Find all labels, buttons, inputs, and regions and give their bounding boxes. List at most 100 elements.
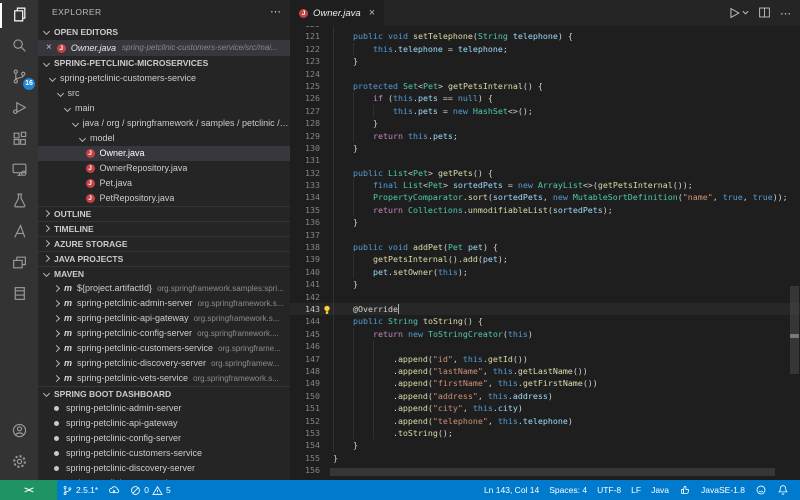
activity-bar-item-notebook[interactable] xyxy=(0,279,38,310)
open-editor-item[interactable]: × J Owner.java spring-petclinic-customer… xyxy=(38,40,290,56)
code-line[interactable]: 142 xyxy=(290,291,800,303)
maven-project-item[interactable]: mspring-petclinic-vets-serviceorg.spring… xyxy=(38,371,290,386)
activity-bar-item-explorer[interactable] xyxy=(0,0,38,31)
code-line[interactable]: 153 .toString(); xyxy=(290,427,800,439)
activity-bar-item-accounts[interactable] xyxy=(0,416,38,447)
code-line[interactable]: 139 getPetsInternal().add(pet); xyxy=(290,253,800,265)
remote-indicator[interactable]: >< xyxy=(0,480,57,500)
line-number[interactable]: 122 xyxy=(290,43,320,55)
section-azure-storage[interactable]: AZURE STORAGE xyxy=(38,236,290,251)
code-line[interactable]: 131 xyxy=(290,154,800,166)
code-line[interactable]: 144 public String toString() { xyxy=(290,315,800,327)
tree-item-file[interactable]: JOwnerRepository.java xyxy=(38,161,290,176)
section-workspace[interactable]: SPRING-PETCLINIC-MICROSERVICES xyxy=(38,56,290,71)
code-line[interactable]: 143 @Override xyxy=(290,303,800,315)
maven-project-item[interactable]: mspring-petclinic-discovery-serverorg.sp… xyxy=(38,356,290,371)
code-line[interactable]: 124 xyxy=(290,68,800,80)
activity-bar-item-extensions[interactable] xyxy=(0,124,38,155)
code-line[interactable]: 132 public List<Pet> getPets() { xyxy=(290,167,800,179)
language-mode-status[interactable]: Java xyxy=(646,485,674,495)
code-line[interactable]: 123 } xyxy=(290,55,800,67)
line-number[interactable]: 131 xyxy=(290,154,320,166)
line-number[interactable]: 132 xyxy=(290,167,320,179)
line-number[interactable]: 151 xyxy=(290,402,320,414)
code-line[interactable]: 126 if (this.pets == null) { xyxy=(290,92,800,104)
code-line[interactable]: 128 } xyxy=(290,117,800,129)
code-line[interactable]: 137 xyxy=(290,229,800,241)
spring-boot-app-item[interactable]: spring-petclinic-config-server xyxy=(38,431,290,446)
line-number[interactable]: 134 xyxy=(290,191,320,203)
code-line[interactable]: 125 protected Set<Pet> getPetsInternal()… xyxy=(290,80,800,92)
code-line[interactable]: 149 .append("firstName", this.getFirstNa… xyxy=(290,377,800,389)
line-number[interactable]: 130 xyxy=(290,142,320,154)
line-number[interactable]: 145 xyxy=(290,328,320,340)
line-number[interactable]: 141 xyxy=(290,278,320,290)
line-number[interactable]: 144 xyxy=(290,315,320,327)
tab-owner-java[interactable]: J Owner.java × xyxy=(290,0,384,26)
tree-item-folder[interactable]: java / org / springframework / samples /… xyxy=(38,116,290,131)
line-number[interactable]: 154 xyxy=(290,439,320,451)
line-number[interactable]: 137 xyxy=(290,229,320,241)
section-spring-boot-dashboard[interactable]: SPRING BOOT DASHBOARD xyxy=(38,386,290,401)
line-number[interactable]: 129 xyxy=(290,130,320,142)
activity-bar-item-search[interactable] xyxy=(0,31,38,62)
code-line[interactable]: 136 } xyxy=(290,216,800,228)
code-line[interactable]: 154 } xyxy=(290,439,800,451)
line-number[interactable]: 140 xyxy=(290,266,320,278)
code-line[interactable]: 146 xyxy=(290,340,800,352)
spring-boot-app-item[interactable]: spring-petclinic-api-gateway xyxy=(38,416,290,431)
maven-project-item[interactable]: mspring-petclinic-config-serverorg.sprin… xyxy=(38,326,290,341)
section-timeline[interactable]: TIMELINE xyxy=(38,221,290,236)
maven-project-item[interactable]: m${project.artifactId}org.springframewor… xyxy=(38,281,290,296)
vertical-scrollbar[interactable] xyxy=(790,286,799,374)
line-number[interactable]: 152 xyxy=(290,415,320,427)
line-number[interactable]: 148 xyxy=(290,365,320,377)
line-number[interactable]: 147 xyxy=(290,353,320,365)
lightbulb-icon[interactable] xyxy=(323,305,331,314)
code-line[interactable]: 152 .append("telephone", this.telephone) xyxy=(290,415,800,427)
sync-status[interactable] xyxy=(103,484,125,496)
close-icon[interactable]: × xyxy=(46,40,52,56)
horizontal-scrollbar[interactable] xyxy=(330,468,775,476)
code-line[interactable]: 121 public void setTelephone(String tele… xyxy=(290,30,800,42)
git-branch-status[interactable]: 2.5.1* xyxy=(57,485,103,496)
spring-boot-app-item[interactable]: spring-petclinic-admin-server xyxy=(38,401,290,416)
section-maven[interactable]: MAVEN xyxy=(38,266,290,281)
tree-item-file[interactable]: JPetRepository.java xyxy=(38,191,290,206)
line-number[interactable]: 138 xyxy=(290,241,320,253)
section-java-projects[interactable]: JAVA PROJECTS xyxy=(38,251,290,266)
more-actions-icon[interactable]: ⋯ xyxy=(270,0,282,24)
line-number[interactable]: 128 xyxy=(290,117,320,129)
tree-item-file[interactable]: JOwner.java xyxy=(38,146,290,161)
activity-bar-item-settings[interactable] xyxy=(0,447,38,478)
code-line[interactable]: 127 this.pets = new HashSet<>(); xyxy=(290,105,800,117)
code-line[interactable]: 129 return this.pets; xyxy=(290,130,800,142)
maven-project-item[interactable]: mspring-petclinic-customers-serviceorg.s… xyxy=(38,341,290,356)
more-actions-button[interactable]: ⋯ xyxy=(780,7,792,20)
section-open-editors[interactable]: OPEN EDITORS xyxy=(38,24,290,40)
problems-status[interactable]: 0 5 xyxy=(125,485,175,496)
code-line[interactable]: 130 } xyxy=(290,142,800,154)
code-line[interactable]: 155} xyxy=(290,452,800,464)
code-line[interactable]: 145 return new ToStringCreator(this) xyxy=(290,328,800,340)
spring-boot-app-item[interactable]: spring-petclinic-customers-service xyxy=(38,446,290,461)
activity-bar-item-remote-explorer[interactable] xyxy=(0,155,38,186)
activity-bar-item-browser-windows[interactable] xyxy=(0,248,38,279)
code-line[interactable]: 134 PropertyComparator.sort(sortedPets, … xyxy=(290,191,800,203)
line-number[interactable]: 127 xyxy=(290,105,320,117)
line-number[interactable]: 150 xyxy=(290,390,320,402)
encoding-status[interactable]: UTF-8 xyxy=(592,485,626,495)
code-line[interactable]: 138 public void addPet(Pet pet) { xyxy=(290,241,800,253)
line-number[interactable]: 124 xyxy=(290,68,320,80)
code-line[interactable]: 151 .append("city", this.city) xyxy=(290,402,800,414)
code-line[interactable]: 135 return Collections.unmodifiableList(… xyxy=(290,204,800,216)
line-number[interactable]: 139 xyxy=(290,253,320,265)
line-number[interactable]: 156 xyxy=(290,464,320,476)
line-number[interactable]: 125 xyxy=(290,80,320,92)
line-number[interactable]: 146 xyxy=(290,340,320,352)
cursor-position-status[interactable]: Ln 143, Col 14 xyxy=(479,485,544,495)
code-line[interactable]: 122 this.telephone = telephone; xyxy=(290,43,800,55)
line-number[interactable]: 121 xyxy=(290,30,320,42)
line-number[interactable]: 135 xyxy=(290,204,320,216)
java-runtime-status[interactable]: JavaSE-1.8 xyxy=(696,485,750,495)
